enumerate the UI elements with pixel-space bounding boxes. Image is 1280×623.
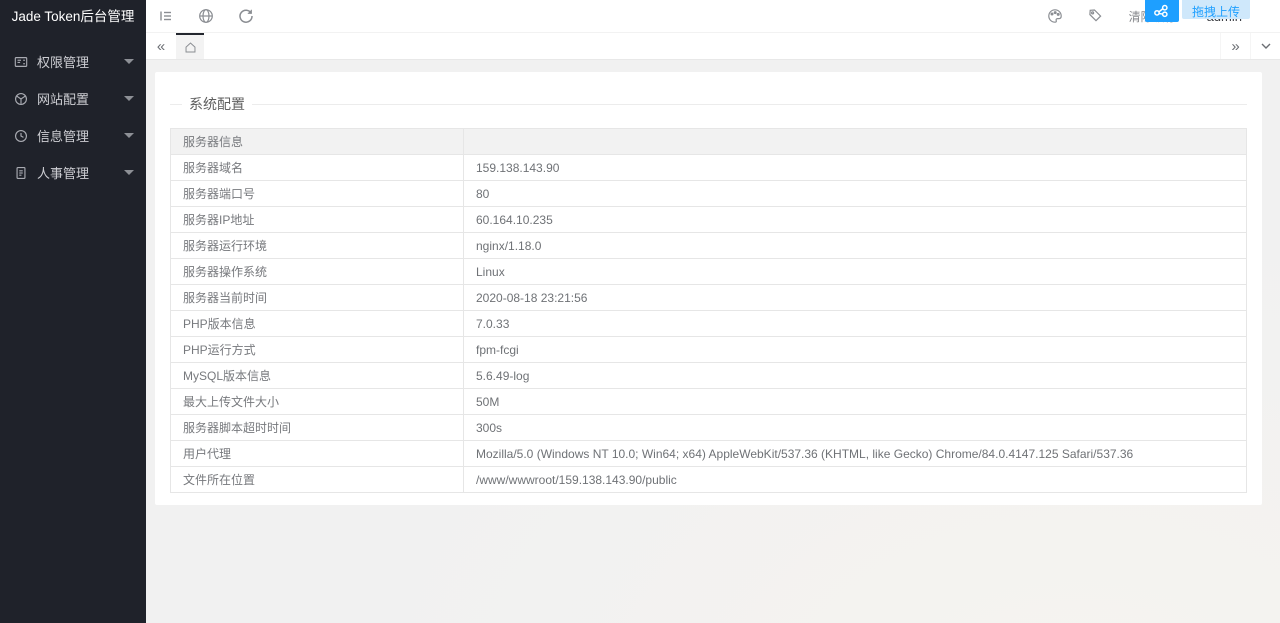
table-row: 最大上传文件大小50M	[171, 389, 1247, 415]
row-label: 服务器运行环境	[171, 233, 464, 259]
hr-manage-icon	[14, 166, 28, 180]
chevron-down-icon	[124, 96, 134, 101]
sidebar-item-info-manage[interactable]: 信息管理	[0, 117, 146, 154]
row-value: Linux	[464, 259, 1247, 285]
sidebar: Jade Token后台管理 权限管理 网站配置	[0, 0, 146, 623]
table-row: 文件所在位置/www/wwwroot/159.138.143.90/public	[171, 467, 1247, 493]
website-icon[interactable]	[186, 0, 226, 32]
table-row: PHP版本信息7.0.33	[171, 311, 1247, 337]
table-row: 服务器端口号80	[171, 181, 1247, 207]
row-label: PHP运行方式	[171, 337, 464, 363]
row-value: 5.6.49-log	[464, 363, 1247, 389]
row-label: 文件所在位置	[171, 467, 464, 493]
drag-upload-label[interactable]: 拖拽上传	[1182, 0, 1250, 19]
sidebar-item-hr-manage[interactable]: 人事管理	[0, 154, 146, 191]
row-value: Mozilla/5.0 (Windows NT 10.0; Win64; x64…	[464, 441, 1247, 467]
row-label: 服务器域名	[171, 155, 464, 181]
server-info-table: 服务器信息 服务器域名159.138.143.90服务器端口号80服务器IP地址…	[170, 128, 1247, 493]
table-group-header: 服务器信息	[171, 129, 464, 155]
main-area: 清除缓存 admin 拖拽上传 «	[146, 0, 1280, 623]
table-row: PHP运行方式fpm-fcgi	[171, 337, 1247, 363]
table-group-header-spacer	[464, 129, 1247, 155]
row-value: nginx/1.18.0	[464, 233, 1247, 259]
chevron-down-icon	[1260, 40, 1272, 52]
content-area: 系统配置 服务器信息 服务器域名159.138.143.90服务器端口号80服务…	[146, 61, 1280, 623]
top-header: 清除缓存 admin 拖拽上传	[146, 0, 1280, 33]
chevron-down-icon	[124, 170, 134, 175]
row-value: 50M	[464, 389, 1247, 415]
tab-bar-right: »	[1220, 33, 1280, 59]
permission-icon	[14, 55, 28, 69]
table-row: 服务器运行环境nginx/1.18.0	[171, 233, 1247, 259]
tab-bar: « »	[146, 33, 1280, 60]
system-config-card: 系统配置 服务器信息 服务器域名159.138.143.90服务器端口号80服务…	[155, 72, 1262, 505]
app-title: Jade Token后台管理	[0, 0, 146, 33]
refresh-icon[interactable]	[226, 0, 266, 32]
tab-home[interactable]	[176, 33, 204, 59]
table-group-row: 服务器信息	[171, 129, 1247, 155]
sidebar-item-label: 权限管理	[37, 52, 89, 71]
row-label: PHP版本信息	[171, 311, 464, 337]
table-row: 服务器操作系统Linux	[171, 259, 1247, 285]
row-label: 服务器操作系统	[171, 259, 464, 285]
info-manage-icon	[14, 129, 28, 143]
sidebar-item-permission[interactable]: 权限管理	[0, 43, 146, 80]
row-label: 用户代理	[171, 441, 464, 467]
table-row: 服务器域名159.138.143.90	[171, 155, 1247, 181]
row-label: 服务器IP地址	[171, 207, 464, 233]
row-value: 2020-08-18 23:21:56	[464, 285, 1247, 311]
drag-upload-widget: 拖拽上传	[1145, 0, 1250, 22]
page-title: 系统配置	[182, 94, 252, 114]
sidebar-nav: 权限管理 网站配置 信息管理	[0, 33, 146, 191]
share-nodes-icon[interactable]	[1145, 0, 1179, 22]
site-config-icon	[14, 92, 28, 106]
chevron-down-icon	[124, 59, 134, 64]
tag-icon[interactable]	[1075, 0, 1115, 32]
sidebar-item-label: 信息管理	[37, 126, 89, 145]
collapse-sidebar-icon[interactable]	[146, 0, 186, 32]
row-label: 最大上传文件大小	[171, 389, 464, 415]
table-row: 服务器IP地址60.164.10.235	[171, 207, 1247, 233]
row-value: 300s	[464, 415, 1247, 441]
section-fieldset: 系统配置	[170, 94, 1247, 114]
sidebar-item-label: 人事管理	[37, 163, 89, 182]
table-row: 服务器脚本超时时间300s	[171, 415, 1247, 441]
palette-icon[interactable]	[1035, 0, 1075, 32]
table-row: 用户代理Mozilla/5.0 (Windows NT 10.0; Win64;…	[171, 441, 1247, 467]
row-value: 80	[464, 181, 1247, 207]
sidebar-item-label: 网站配置	[37, 89, 89, 108]
home-icon	[184, 41, 197, 54]
sidebar-item-site-config[interactable]: 网站配置	[0, 80, 146, 117]
tabs-menu-button[interactable]	[1250, 33, 1280, 59]
chevron-down-icon	[124, 133, 134, 138]
table-row: 服务器当前时间2020-08-18 23:21:56	[171, 285, 1247, 311]
row-value: 159.138.143.90	[464, 155, 1247, 181]
row-value: 7.0.33	[464, 311, 1247, 337]
row-label: 服务器脚本超时时间	[171, 415, 464, 441]
row-value: /www/wwwroot/159.138.143.90/public	[464, 467, 1247, 493]
tabs-scroll-left-button[interactable]: «	[146, 33, 176, 59]
tabs-scroll-right-button[interactable]: »	[1220, 33, 1250, 59]
row-label: 服务器当前时间	[171, 285, 464, 311]
table-row: MySQL版本信息5.6.49-log	[171, 363, 1247, 389]
row-label: 服务器端口号	[171, 181, 464, 207]
row-label: MySQL版本信息	[171, 363, 464, 389]
row-value: fpm-fcgi	[464, 337, 1247, 363]
row-value: 60.164.10.235	[464, 207, 1247, 233]
